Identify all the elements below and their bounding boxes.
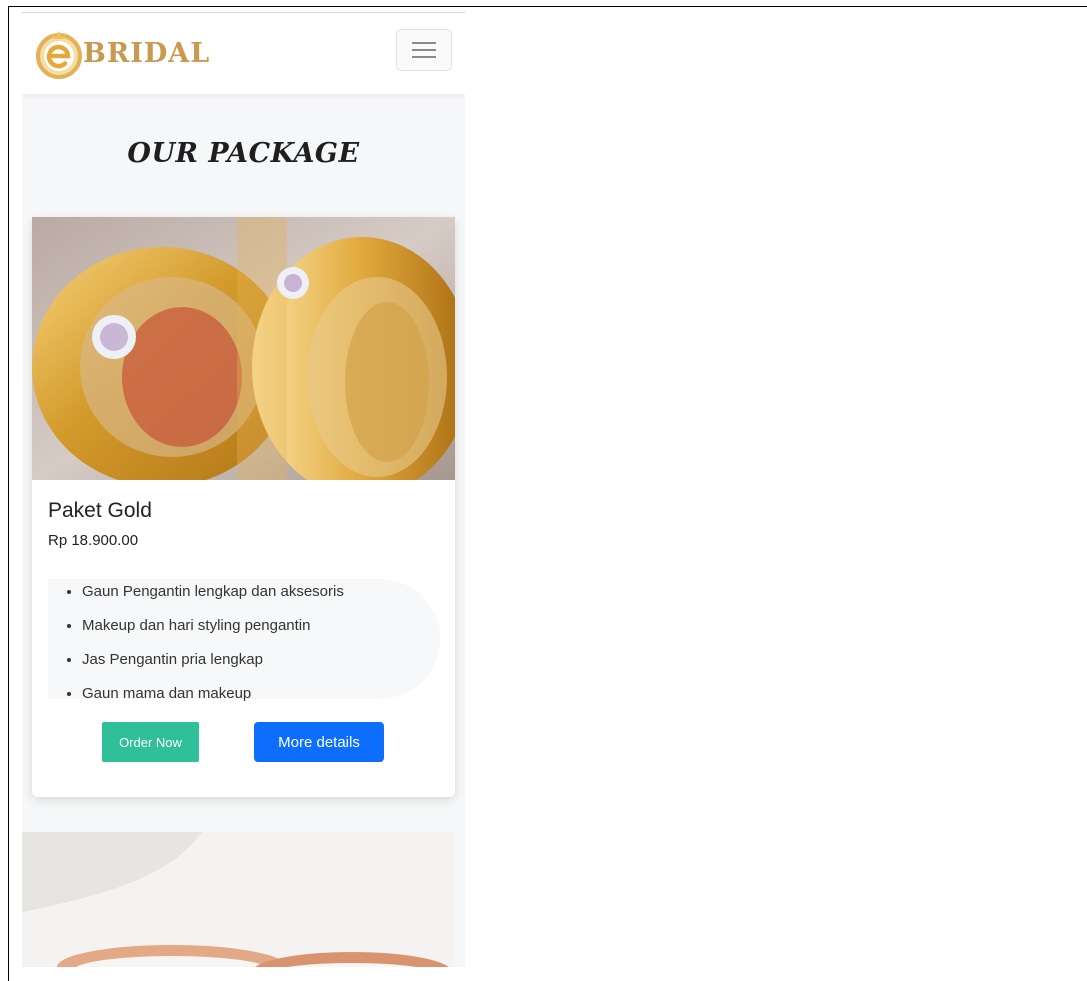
brand-name: BRIDAL	[83, 37, 211, 69]
rose-gold-rings-image	[22, 832, 455, 967]
list-item: Makeup dan hari styling pengantin	[82, 613, 440, 647]
menu-toggle-button[interactable]	[396, 29, 452, 71]
package-card: Paket Gold Rp 18.900.00 Gaun Pengantin l…	[32, 217, 455, 797]
package-price: Rp 18.900.00	[48, 532, 139, 549]
list-item: Gaun Pengantin lengkap dan aksesoris	[82, 579, 440, 613]
gold-rings-image	[32, 217, 455, 480]
order-now-button[interactable]: Order Now	[102, 722, 199, 762]
brand-logo[interactable]: BRIDAL	[32, 22, 210, 84]
package-name: Paket Gold	[48, 499, 152, 522]
package-feature-list: Gaun Pengantin lengkap dan aksesoris Mak…	[48, 579, 440, 702]
screenshot-frame-left	[8, 6, 9, 981]
next-package-card	[22, 832, 455, 967]
list-item: Gaun mama dan makeup	[82, 681, 440, 715]
hamburger-menu-icon	[412, 42, 436, 58]
more-details-button[interactable]: More details	[254, 722, 384, 762]
list-item: Jas Pengantin pria lengkap	[82, 647, 440, 681]
section-title: OUR PACKAGE	[127, 138, 360, 169]
viewport-top-edge	[22, 12, 465, 13]
navbar: BRIDAL	[22, 14, 465, 94]
mobile-viewport: BRIDAL OUR PACKAGE Paket Gold Rp 18.900.…	[22, 14, 465, 967]
e-ring-logo-icon	[36, 31, 82, 79]
screenshot-frame-top	[8, 6, 1087, 7]
